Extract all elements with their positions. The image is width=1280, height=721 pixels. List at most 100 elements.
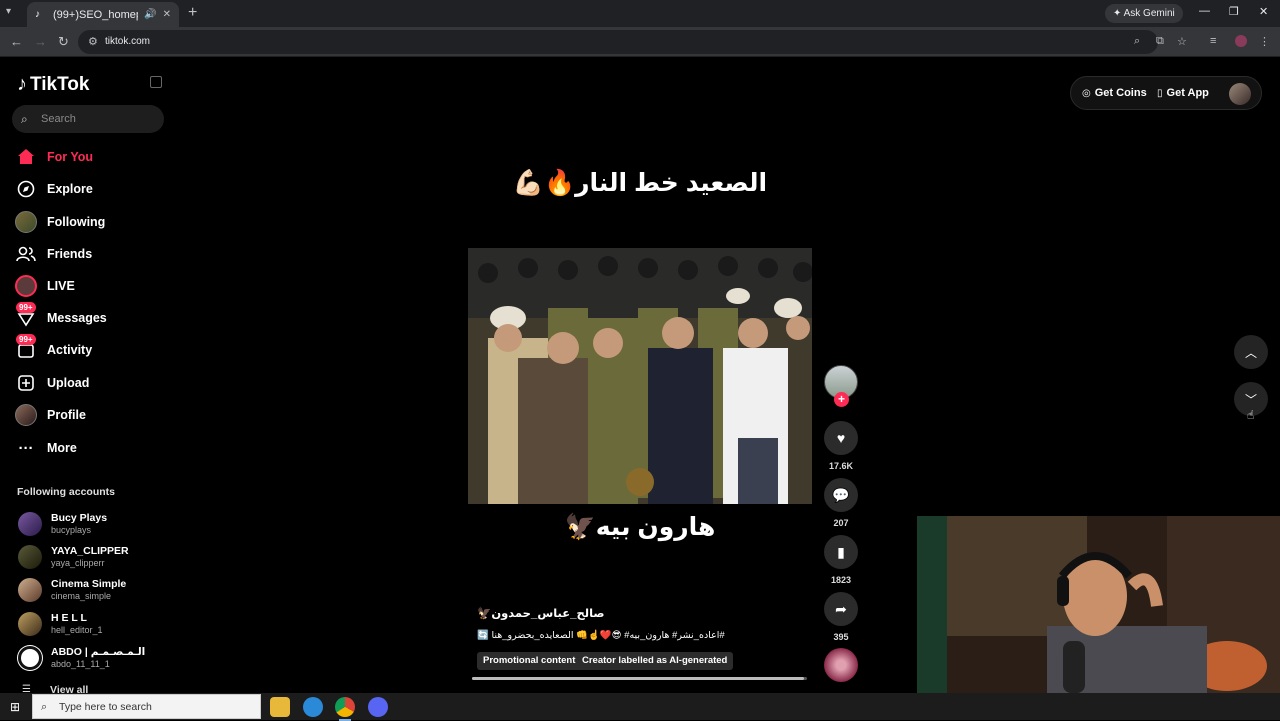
account-handle: yaya_clipperr <box>51 558 105 568</box>
nav-label: More <box>47 441 77 455</box>
taskbar-search-placeholder: Type here to search <box>59 701 152 713</box>
video-player[interactable] <box>468 248 812 504</box>
chevron-down-icon: ﹀ <box>1244 392 1257 407</box>
back-icon[interactable]: ← <box>10 34 23 49</box>
nav-label: For You <box>47 150 94 164</box>
get-app-button[interactable]: ▯ Get App <box>1157 87 1209 99</box>
reload-icon[interactable]: ↻ <box>58 34 69 50</box>
account-avatar <box>18 646 42 670</box>
file-explorer-icon[interactable] <box>270 697 290 717</box>
video-frame-image <box>468 248 812 504</box>
header-actions: ◎ Get Coins ▯ Get App <box>1070 76 1262 110</box>
speaker-icon[interactable]: 🔊 <box>144 9 156 20</box>
heart-icon: ♥ <box>836 430 846 446</box>
tab-search-list-icon[interactable]: ≡ <box>1210 35 1216 47</box>
ask-gemini-button[interactable]: ✦ Ask Gemini <box>1105 4 1183 23</box>
browser-profile-avatar[interactable] <box>1235 35 1247 47</box>
account-item[interactable]: Bucy Plays bucyplays <box>18 509 107 539</box>
account-avatar <box>18 578 42 602</box>
account-name: YAYA_CLIPPER <box>51 545 129 557</box>
coin-icon: ◎ <box>1082 87 1091 99</box>
nav-label: Friends <box>47 247 93 261</box>
forward-icon[interactable]: → <box>34 34 47 49</box>
account-item[interactable]: ABDO | الـمـصـمـم abdo_11_11_1 <box>18 643 145 673</box>
nav-more[interactable]: ··· More <box>15 436 77 460</box>
video-author[interactable]: 🦅صالح_عباس_حمدون <box>477 606 605 620</box>
browser-tab[interactable]: ♪ (99+)SEO_homepage_title 🔊 ✕ <box>27 2 179 27</box>
share-count: 395 <box>833 632 849 642</box>
window-close-icon[interactable]: ✕ <box>1259 5 1268 18</box>
edge-icon[interactable] <box>303 697 323 717</box>
tiktok-logo[interactable]: ♪ TikTok <box>17 73 89 96</box>
tab-title: (99+)SEO_homepage_title <box>53 8 138 21</box>
ask-gemini-label: Ask Gemini <box>1123 8 1175 19</box>
share-button[interactable]: ➦ <box>824 592 858 626</box>
account-item[interactable]: YAYA_CLIPPER yaya_clipperr <box>18 542 129 572</box>
follow-plus-icon[interactable]: + <box>834 392 849 407</box>
chrome-menu-icon[interactable]: ⋮ <box>1259 35 1270 48</box>
friends-icon <box>15 243 37 265</box>
account-name: Bucy Plays <box>51 512 108 524</box>
windows-start-icon[interactable]: ⊞ <box>10 700 20 714</box>
account-handle: abdo_11_11_1 <box>51 659 110 669</box>
nav-friends[interactable]: Friends <box>15 242 92 266</box>
search-placeholder: Search <box>41 113 76 125</box>
search-icon: ⌕ <box>41 701 48 713</box>
collapse-sidebar-icon[interactable] <box>150 76 162 88</box>
upload-icon <box>15 372 37 394</box>
nav-explore[interactable]: Explore <box>15 177 93 201</box>
account-item[interactable]: Cinema Simple cinema_simple <box>18 575 126 605</box>
music-disc-icon[interactable] <box>824 648 858 682</box>
ai-generated-tag[interactable]: Creator labelled as AI-generated <box>576 652 734 670</box>
new-tab-button[interactable]: + <box>188 4 197 22</box>
nav-messages[interactable]: 99+ Messages <box>15 302 107 330</box>
comment-icon: 💬 <box>832 486 850 503</box>
nav-live[interactable]: LIVE <box>15 274 75 298</box>
webcam-image <box>917 516 1280 693</box>
comment-button[interactable]: 💬 <box>824 478 858 512</box>
address-bar[interactable]: ⚙ tiktok.com ⌕ ⧉ ☆ <box>78 30 1187 54</box>
messages-icon: 99+ <box>15 302 37 329</box>
user-avatar[interactable] <box>1229 83 1251 105</box>
tiktok-note-icon: ♪ <box>17 73 27 95</box>
windows-taskbar: ⊞ ⌕ Type here to search <box>0 693 1280 721</box>
minimize-icon[interactable]: — <box>1199 5 1210 17</box>
chevron-up-icon: ︿ <box>1244 345 1257 360</box>
discord-icon[interactable] <box>368 697 388 717</box>
nav-activity[interactable]: 99+ Activity <box>15 334 93 362</box>
tab-close-icon[interactable]: ✕ <box>163 9 171 20</box>
account-handle: cinema_simple <box>51 591 112 601</box>
promotional-content-tag[interactable]: Promotional content <box>477 652 582 670</box>
get-coins-button[interactable]: ◎ Get Coins <box>1082 87 1147 99</box>
mouse-cursor-icon: ☝ <box>1247 408 1255 422</box>
search-icon: ⌕ <box>21 112 28 126</box>
account-item[interactable]: H E L Lhell_editor_1 <box>18 609 103 639</box>
bookmark-star-icon[interactable]: ☆ <box>1177 35 1187 48</box>
zoom-icon[interactable]: ⌕ <box>1134 35 1140 48</box>
tab-search-icon[interactable]: ▾ <box>6 6 20 20</box>
chrome-icon[interactable] <box>335 697 355 721</box>
nav-for-you[interactable]: For You <box>15 145 93 169</box>
taskbar-search-input[interactable]: ⌕ Type here to search <box>32 694 261 719</box>
nav-label: Messages <box>47 311 107 325</box>
previous-video-button[interactable]: ︿ <box>1234 335 1268 369</box>
nav-label: Profile <box>47 408 86 422</box>
nav-label: Activity <box>47 343 93 357</box>
bookmark-button[interactable]: ▮ <box>824 535 858 569</box>
following-avatar <box>15 211 37 233</box>
like-button[interactable]: ♥ <box>824 421 858 455</box>
nav-following[interactable]: Following <box>15 210 105 234</box>
restore-icon[interactable]: ❐ <box>1229 5 1239 18</box>
url-text: tiktok.com <box>105 36 151 47</box>
install-app-icon[interactable]: ⧉ <box>1156 35 1164 48</box>
following-accounts-title: Following accounts <box>17 486 116 498</box>
search-input[interactable]: ⌕ Search <box>12 105 164 133</box>
nav-upload[interactable]: Upload <box>15 371 89 395</box>
site-info-icon[interactable]: ⚙ <box>88 35 98 48</box>
browser-tab-strip: ▾ ♪ (99+)SEO_homepage_title 🔊 ✕ + ✦ Ask … <box>0 0 1280 27</box>
video-progress-bar[interactable] <box>472 677 807 680</box>
nav-profile[interactable]: Profile <box>15 403 86 427</box>
video-overlay-title: الصعيد خط النار🔥💪🏻 <box>512 169 768 197</box>
logo-text: TikTok <box>30 73 90 95</box>
video-progress-fill <box>472 677 804 680</box>
